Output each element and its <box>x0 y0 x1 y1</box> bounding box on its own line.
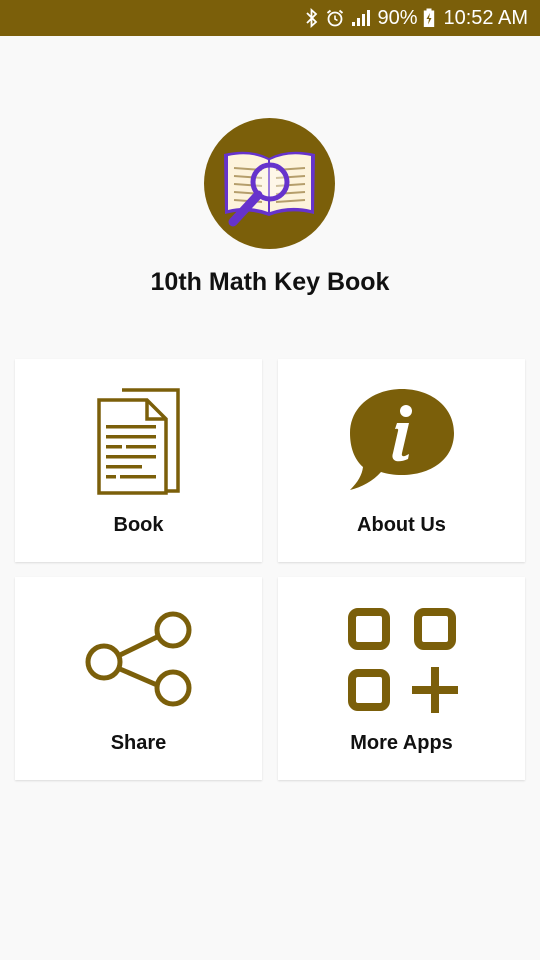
battery-charging-icon <box>423 8 435 28</box>
status-bar: 90% 10:52 AM <box>0 0 540 36</box>
bluetooth-icon <box>305 8 319 28</box>
about-us-label: About Us <box>357 514 446 536</box>
more-apps-label: More Apps <box>350 732 453 754</box>
app-logo <box>204 118 335 249</box>
apps-grid-plus-icon <box>348 608 458 713</box>
signal-icon <box>351 9 371 27</box>
battery-percentage: 90% <box>377 6 418 29</box>
info-speech-bubble-icon <box>350 389 454 490</box>
share-button[interactable]: Share <box>15 577 262 780</box>
more-apps-button[interactable]: More Apps <box>278 577 525 780</box>
alarm-icon <box>325 8 345 28</box>
book-label: Book <box>113 514 164 536</box>
app-title: 10th Math Key Book <box>150 268 390 296</box>
book-button[interactable]: Book <box>15 359 262 562</box>
about-us-button[interactable]: About Us <box>278 359 525 562</box>
share-icon <box>85 611 192 707</box>
open-book-magnifier-icon <box>224 151 315 227</box>
share-label: Share <box>110 732 167 754</box>
clock: 10:52 AM <box>443 6 528 29</box>
document-icon <box>97 388 180 495</box>
